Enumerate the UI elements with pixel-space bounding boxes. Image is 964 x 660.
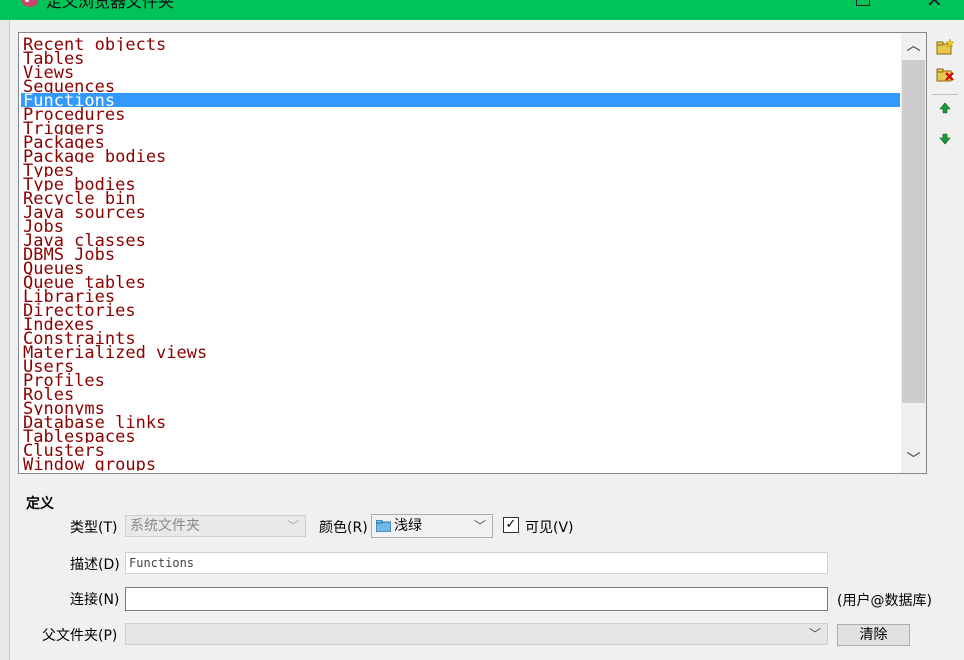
folder-list-item[interactable]: Tablespaces bbox=[21, 429, 900, 443]
color-select[interactable]: 浅绿 ﹀ bbox=[371, 514, 493, 538]
maximize-button[interactable] bbox=[856, 0, 870, 6]
title-bar: 定义浏览器文件夹 ✕ bbox=[0, 0, 964, 20]
definition-group-title: 定义 bbox=[26, 496, 54, 512]
folder-list-item[interactable]: Tables bbox=[21, 51, 900, 65]
move-up-icon[interactable] bbox=[934, 98, 956, 120]
folder-list-item[interactable]: Roles bbox=[21, 387, 900, 401]
folder-list-item[interactable]: Clusters bbox=[21, 443, 900, 457]
folder-list-item[interactable]: Users bbox=[21, 359, 900, 373]
color-value: 浅绿 bbox=[394, 518, 422, 534]
app-icon bbox=[22, 0, 38, 7]
close-button[interactable]: ✕ bbox=[926, 0, 943, 10]
folder-list-item[interactable]: Recent objects bbox=[21, 37, 900, 51]
description-label: 描述(D) bbox=[70, 557, 120, 573]
folder-list-item[interactable]: Package bodies bbox=[21, 149, 900, 163]
scroll-thumb[interactable] bbox=[902, 60, 925, 403]
folder-list-item[interactable]: Profiles bbox=[21, 373, 900, 387]
visible-label: 可见(V) bbox=[525, 520, 574, 536]
parent-folder-select[interactable]: ﹀ bbox=[125, 623, 828, 645]
chevron-down-icon: ﹀ bbox=[473, 519, 486, 533]
visible-checkbox[interactable]: ✓ bbox=[503, 517, 519, 533]
folder-list-item[interactable]: DBMS Jobs bbox=[21, 247, 900, 261]
window-title: 定义浏览器文件夹 bbox=[46, 0, 175, 11]
folder-list-item[interactable]: Indexes bbox=[21, 317, 900, 331]
connection-label: 连接(N) bbox=[70, 592, 120, 608]
background-window-edge bbox=[0, 20, 10, 660]
description-field[interactable]: Functions bbox=[125, 552, 828, 574]
vertical-scrollbar[interactable]: ︿ ﹀ bbox=[901, 33, 926, 473]
toolbar-separator bbox=[932, 94, 958, 95]
folder-list-item[interactable]: Constraints bbox=[21, 331, 900, 345]
folder-list-item[interactable]: Synonyms bbox=[21, 401, 900, 415]
folder-list-item[interactable]: Triggers bbox=[21, 121, 900, 135]
folder-list-item[interactable]: Window groups bbox=[21, 457, 900, 471]
move-down-icon[interactable] bbox=[934, 127, 956, 149]
folder-list-item[interactable]: Queue tables bbox=[21, 275, 900, 289]
folder-list-item[interactable]: Views bbox=[21, 65, 900, 79]
folder-list-item[interactable]: Functions bbox=[21, 93, 900, 107]
color-label: 颜色(R) bbox=[319, 520, 368, 536]
folder-list-item[interactable]: Java sources bbox=[21, 205, 900, 219]
folder-icon bbox=[376, 520, 391, 532]
delete-folder-icon[interactable] bbox=[934, 63, 956, 85]
scroll-up-icon[interactable]: ︿ bbox=[901, 33, 926, 59]
folder-list-item[interactable]: Database links bbox=[21, 415, 900, 429]
clear-button[interactable]: 清除 bbox=[837, 624, 910, 646]
type-value: 系统文件夹 bbox=[130, 518, 200, 534]
folder-list[interactable]: ︿ ﹀ Recent objects Tables Views Sequences Fu… bbox=[18, 32, 927, 474]
folder-list-item[interactable]: Libraries bbox=[21, 289, 900, 303]
folder-list-item[interactable]: Queues bbox=[21, 261, 900, 275]
folder-list-item[interactable]: Packages bbox=[21, 135, 900, 149]
folder-list-item[interactable]: Java classes bbox=[21, 233, 900, 247]
connection-hint: (用户@数据库) bbox=[837, 593, 932, 609]
folder-list-item[interactable]: Procedures bbox=[21, 107, 900, 121]
chevron-down-icon: ﹀ bbox=[286, 519, 299, 533]
folder-list-item[interactable]: Type bodies bbox=[21, 177, 900, 191]
type-select: 系统文件夹 ﹀ bbox=[125, 515, 306, 537]
parent-folder-label: 父文件夹(P) bbox=[42, 628, 118, 644]
new-folder-icon[interactable] bbox=[934, 36, 956, 58]
folder-list-item[interactable]: Types bbox=[21, 163, 900, 177]
chevron-down-icon: ﹀ bbox=[808, 627, 821, 641]
folder-list-item[interactable]: Jobs bbox=[21, 219, 900, 233]
folder-list-item[interactable]: Materialized views bbox=[21, 345, 900, 359]
folder-list-item[interactable]: Sequences bbox=[21, 79, 900, 93]
folder-list-item[interactable]: Recycle bin bbox=[21, 191, 900, 205]
type-label: 类型(T) bbox=[70, 520, 118, 536]
connection-field[interactable] bbox=[125, 587, 828, 611]
folder-list-item[interactable]: Directories bbox=[21, 303, 900, 317]
scroll-down-icon[interactable]: ﹀ bbox=[901, 447, 926, 473]
